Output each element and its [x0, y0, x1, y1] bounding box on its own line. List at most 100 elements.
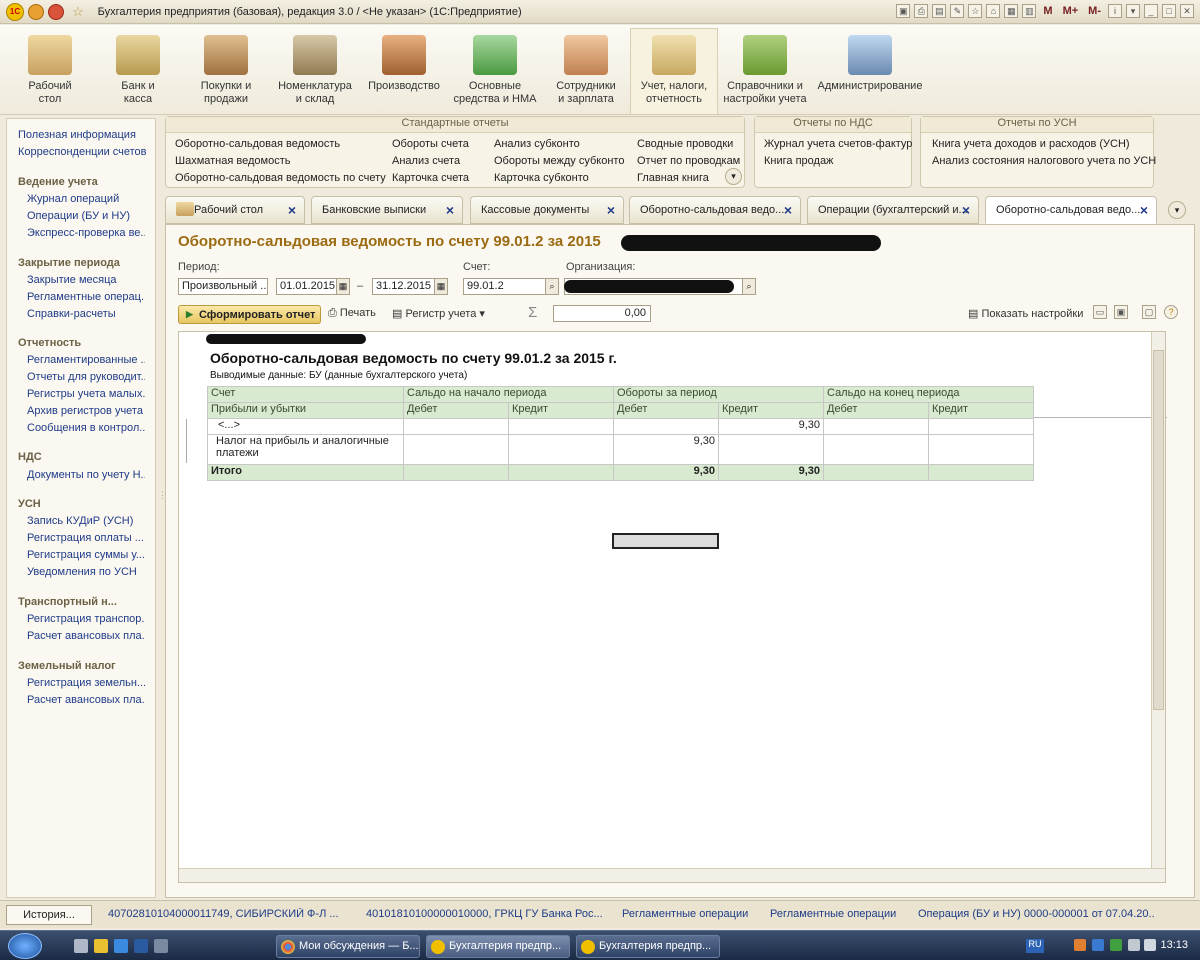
memory-minus-button[interactable]: M- — [1088, 5, 1101, 17]
nav-item[interactable]: Расчет авансовых пла... — [27, 630, 145, 642]
word-icon[interactable] — [134, 939, 148, 953]
minimize-icon[interactable]: _ — [1144, 4, 1158, 18]
selected-cell[interactable] — [612, 533, 719, 549]
nav-item[interactable]: Регламентированные ... — [27, 354, 145, 366]
cmd-link[interactable]: Оборотно-сальдовая ведомость по счету — [175, 172, 386, 184]
taskbar-item-chrome[interactable]: Мои обсуждения — Б... — [276, 935, 420, 958]
cmd-link[interactable]: Книга продаж — [764, 155, 833, 167]
search-icon[interactable]: ⌕ — [742, 278, 756, 295]
media-icon[interactable] — [94, 939, 108, 953]
generate-report-button[interactable]: Сформировать отчет — [178, 305, 321, 324]
ie-icon[interactable] — [114, 939, 128, 953]
nav-item[interactable]: Расчет авансовых пла... — [27, 694, 145, 706]
explorer-icon[interactable] — [154, 939, 168, 953]
start-button[interactable] — [8, 933, 42, 959]
vertical-scrollbar[interactable] — [1151, 332, 1165, 882]
cmd-link[interactable]: Анализ счета — [392, 155, 460, 167]
tab-close-icon[interactable]: × — [1140, 202, 1148, 218]
attach-icon[interactable]: ✎ — [950, 4, 965, 18]
tab-close-icon[interactable]: × — [288, 202, 296, 218]
section-production[interactable]: Производство — [360, 29, 448, 93]
tab-close-icon[interactable]: × — [607, 202, 615, 218]
clock[interactable]: 13:13 — [1160, 939, 1188, 951]
cmd-link[interactable]: Карточка субконто — [494, 172, 589, 184]
table-row[interactable]: Налог на прибыль и аналогичные платежи 9… — [207, 434, 1034, 465]
cmd-link[interactable]: Анализ состояния налогового учета по УСН — [932, 155, 1156, 167]
section-administration[interactable]: Администрирование — [816, 29, 924, 93]
nav-item[interactable]: Уведомления по УСН — [27, 566, 137, 578]
cmd-link[interactable]: Отчет по проводкам — [637, 155, 740, 167]
section-employees[interactable]: Сотрудники и зарплата — [542, 29, 630, 106]
cmd-link[interactable]: Шахматная ведомость — [175, 155, 290, 167]
cmd-link[interactable]: Сводные проводки — [637, 138, 733, 150]
section-warehouse[interactable]: Номенклатура и склад — [270, 29, 360, 106]
tab-osv-account[interactable]: Оборотно-сальдовая ведо... × — [985, 196, 1157, 224]
section-desktop[interactable]: Рабочий стол — [6, 29, 94, 106]
tray-app-icon[interactable] — [1092, 939, 1104, 951]
horizontal-scrollbar[interactable] — [179, 868, 1165, 882]
history-nav-button[interactable] — [48, 3, 64, 20]
scroll-thumb[interactable] — [1153, 350, 1164, 710]
tab-operations[interactable]: Операции (бухгалтерский и... × — [807, 196, 979, 224]
history-item[interactable]: 4070281010400001174​9, СИБИРСКИЙ Ф-Л ... — [108, 908, 348, 920]
section-assets[interactable]: Основные средства и НМА — [448, 29, 542, 106]
nav-item[interactable]: Регистрация транспор... — [27, 613, 145, 625]
calendar-icon[interactable]: ▦ — [336, 278, 350, 295]
total-row[interactable]: Итого 9,30 9,30 — [207, 464, 1034, 481]
1c-logo-icon[interactable]: 1С — [6, 2, 24, 21]
print-button[interactable]: ⎙ Печать — [328, 307, 376, 320]
language-indicator[interactable]: RU — [1026, 939, 1044, 953]
cmd-link[interactable]: Обороты между субконто — [494, 155, 624, 167]
cmd-link[interactable]: Карточка счета — [392, 172, 469, 184]
bookmark-icon[interactable]: ☆ — [968, 4, 983, 18]
nav-item[interactable]: Отчеты для руководит... — [27, 371, 145, 383]
history-item[interactable]: 40101810100000010000, ГРКЦ ГУ Банка Рос.… — [366, 908, 604, 920]
tab-bank-statements[interactable]: Банковские выписки × — [311, 196, 463, 224]
history-item[interactable]: Регламентные операции — [622, 908, 758, 920]
help-icon[interactable]: ? — [1164, 305, 1178, 319]
info-icon[interactable]: i — [1108, 4, 1122, 18]
nav-item[interactable]: Экспресс-проверка ве... — [27, 227, 145, 239]
history-button[interactable]: История... — [6, 905, 92, 925]
tab-osv[interactable]: Оборотно-сальдовая ведо... × — [629, 196, 801, 224]
section-bank[interactable]: Банк и касса — [94, 29, 182, 106]
history-item[interactable]: Операция (БУ и НУ) 0000-000001 от 07.04.… — [918, 908, 1154, 920]
cmd-link[interactable]: Книга учета доходов и расходов (УСН) — [932, 138, 1130, 150]
favorite-star-icon[interactable]: ☆ — [72, 4, 84, 20]
nav-item[interactable]: Архив регистров учета — [27, 405, 143, 417]
tab-close-icon[interactable]: × — [962, 202, 970, 218]
section-purchases[interactable]: Покупки и продажи — [182, 29, 270, 106]
memory-button[interactable]: M — [1043, 5, 1052, 17]
tabs-list-icon[interactable]: ▾ — [1168, 201, 1186, 219]
save-settings-icon[interactable]: ▣ — [1114, 305, 1128, 319]
section-references[interactable]: Справочники и настройки учета — [718, 29, 812, 106]
nav-item[interactable]: Журнал операций — [27, 193, 119, 205]
preview-icon[interactable]: ▤ — [932, 4, 947, 18]
nav-item[interactable]: Регистрация земельн... — [27, 677, 145, 689]
calculator-icon[interactable]: ▦ — [1004, 4, 1019, 18]
taskbar-item-1c[interactable]: Бухгалтерия предпр... — [576, 935, 720, 958]
table-row[interactable]: <...> 9,30 — [207, 418, 1034, 435]
section-accounting[interactable]: Учет, налоги, отчетность — [630, 28, 718, 114]
dropdown-icon[interactable]: ▾ — [1126, 4, 1140, 18]
expand-more-icon[interactable]: ▾ — [725, 168, 742, 185]
print-icon[interactable]: ⎙ — [914, 4, 929, 18]
nav-item[interactable]: Операции (БУ и НУ) — [27, 210, 130, 222]
cmd-link[interactable]: Журнал учета счетов-фактур — [764, 138, 912, 150]
history-item[interactable]: Регламентные операции — [770, 908, 906, 920]
nav-item[interactable]: Регистрация оплаты ... — [27, 532, 144, 544]
cmd-link[interactable]: Анализ субконто — [494, 138, 580, 150]
tab-cash-documents[interactable]: Кассовые документы × — [470, 196, 624, 224]
cmd-link[interactable]: Обороты счета — [392, 138, 469, 150]
cmd-link[interactable]: Главная книга — [637, 172, 709, 184]
nav-item[interactable]: Запись КУДиР (УСН) — [27, 515, 133, 527]
calendar-icon[interactable]: ▥ — [1022, 4, 1037, 18]
tab-close-icon[interactable]: × — [446, 202, 454, 218]
cmd-link[interactable]: Оборотно-сальдовая ведомость — [175, 138, 340, 150]
home-icon[interactable]: ⌂ — [986, 4, 1001, 18]
tray-app-icon[interactable] — [1110, 939, 1122, 951]
folder-icon[interactable]: ▭ — [1093, 305, 1107, 319]
window-settings-icon[interactable]: ▢ — [1142, 305, 1156, 319]
tab-close-icon[interactable]: × — [784, 202, 792, 218]
menu-button[interactable] — [28, 3, 44, 20]
